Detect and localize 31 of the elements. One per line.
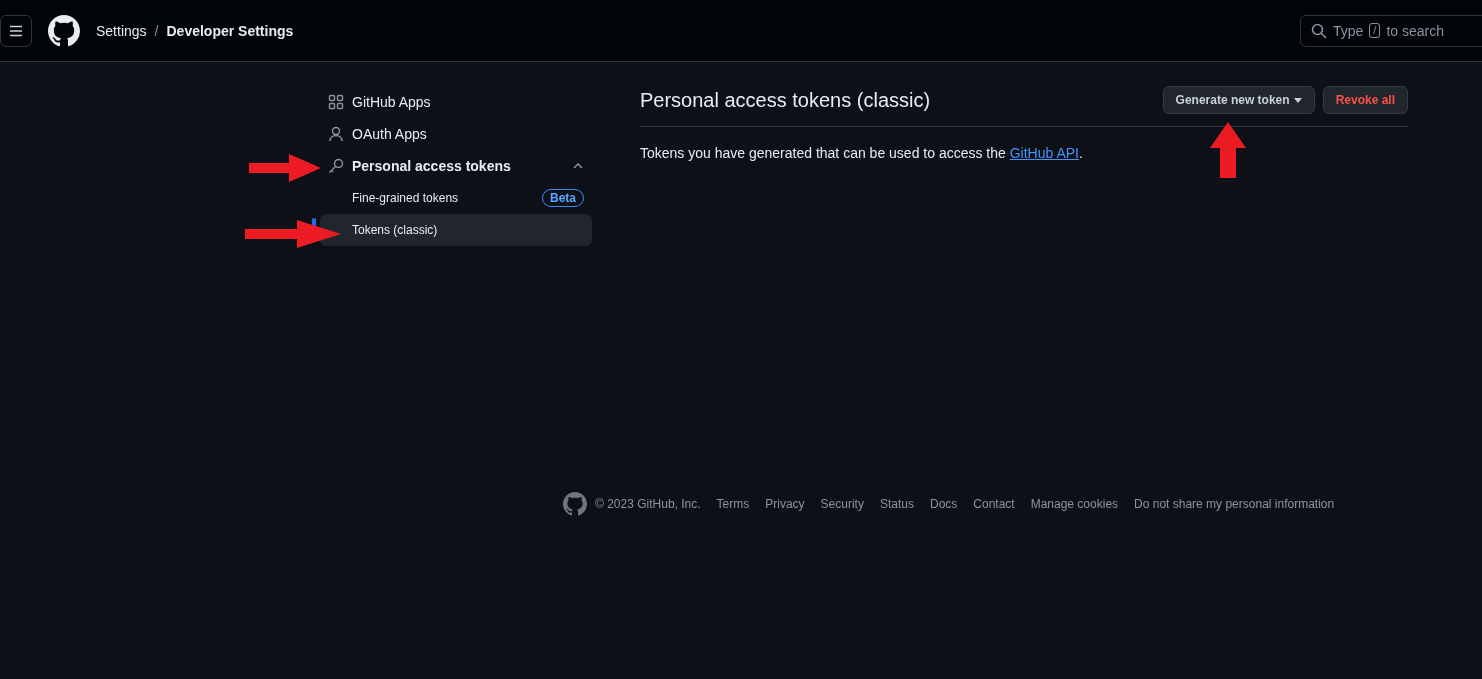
key-icon xyxy=(328,158,344,174)
sidebar-subitem[interactable]: Fine-grained tokens Beta xyxy=(320,182,592,214)
footer-link[interactable]: Terms xyxy=(716,497,750,511)
footer-link[interactable]: Status xyxy=(879,497,914,511)
github-logo-icon[interactable] xyxy=(48,14,80,47)
search-icon xyxy=(1311,22,1327,39)
revoke-button[interactable]: Revoke all xyxy=(1322,86,1408,114)
page-title: Personal access tokens (classic) xyxy=(640,88,931,112)
footer-link[interactable]: Do not share my personal information xyxy=(1134,497,1335,511)
annotation-arrow xyxy=(249,154,321,182)
generate-token-button[interactable]: Generate new token xyxy=(1162,86,1315,114)
grid-icon xyxy=(328,94,344,110)
person-icon xyxy=(328,126,344,142)
footer-link[interactable]: Contact xyxy=(973,497,1015,511)
sidebar-item[interactable]: OAuth Apps xyxy=(320,118,592,150)
footer-link[interactable]: Security xyxy=(820,497,864,511)
footer-link[interactable]: Manage cookies xyxy=(1030,497,1119,511)
search-field[interactable]: Type / to search xyxy=(1300,14,1482,47)
breadcrumb-link[interactable]: Developer Settings xyxy=(166,22,294,39)
api-link[interactable]: GitHub API xyxy=(1009,145,1079,161)
breadcrumb-link[interactable]: Settings xyxy=(96,22,147,39)
description-text: Tokens you have generated that can be used to access the GitHub API. xyxy=(640,145,1084,161)
annotation-arrow xyxy=(1210,122,1246,178)
footer-link[interactable]: Docs xyxy=(929,497,958,511)
caret-icon xyxy=(1293,97,1302,103)
sidebar-item[interactable]: Personal access tokens xyxy=(320,150,592,182)
sidebar-item[interactable]: GitHub Apps xyxy=(320,86,592,118)
copyright-text: © 2023 GitHub, Inc. xyxy=(595,497,701,511)
breadcrumb-separator: / xyxy=(154,22,159,39)
menu-button[interactable] xyxy=(0,14,32,47)
footer-link[interactable]: Privacy xyxy=(765,497,805,511)
